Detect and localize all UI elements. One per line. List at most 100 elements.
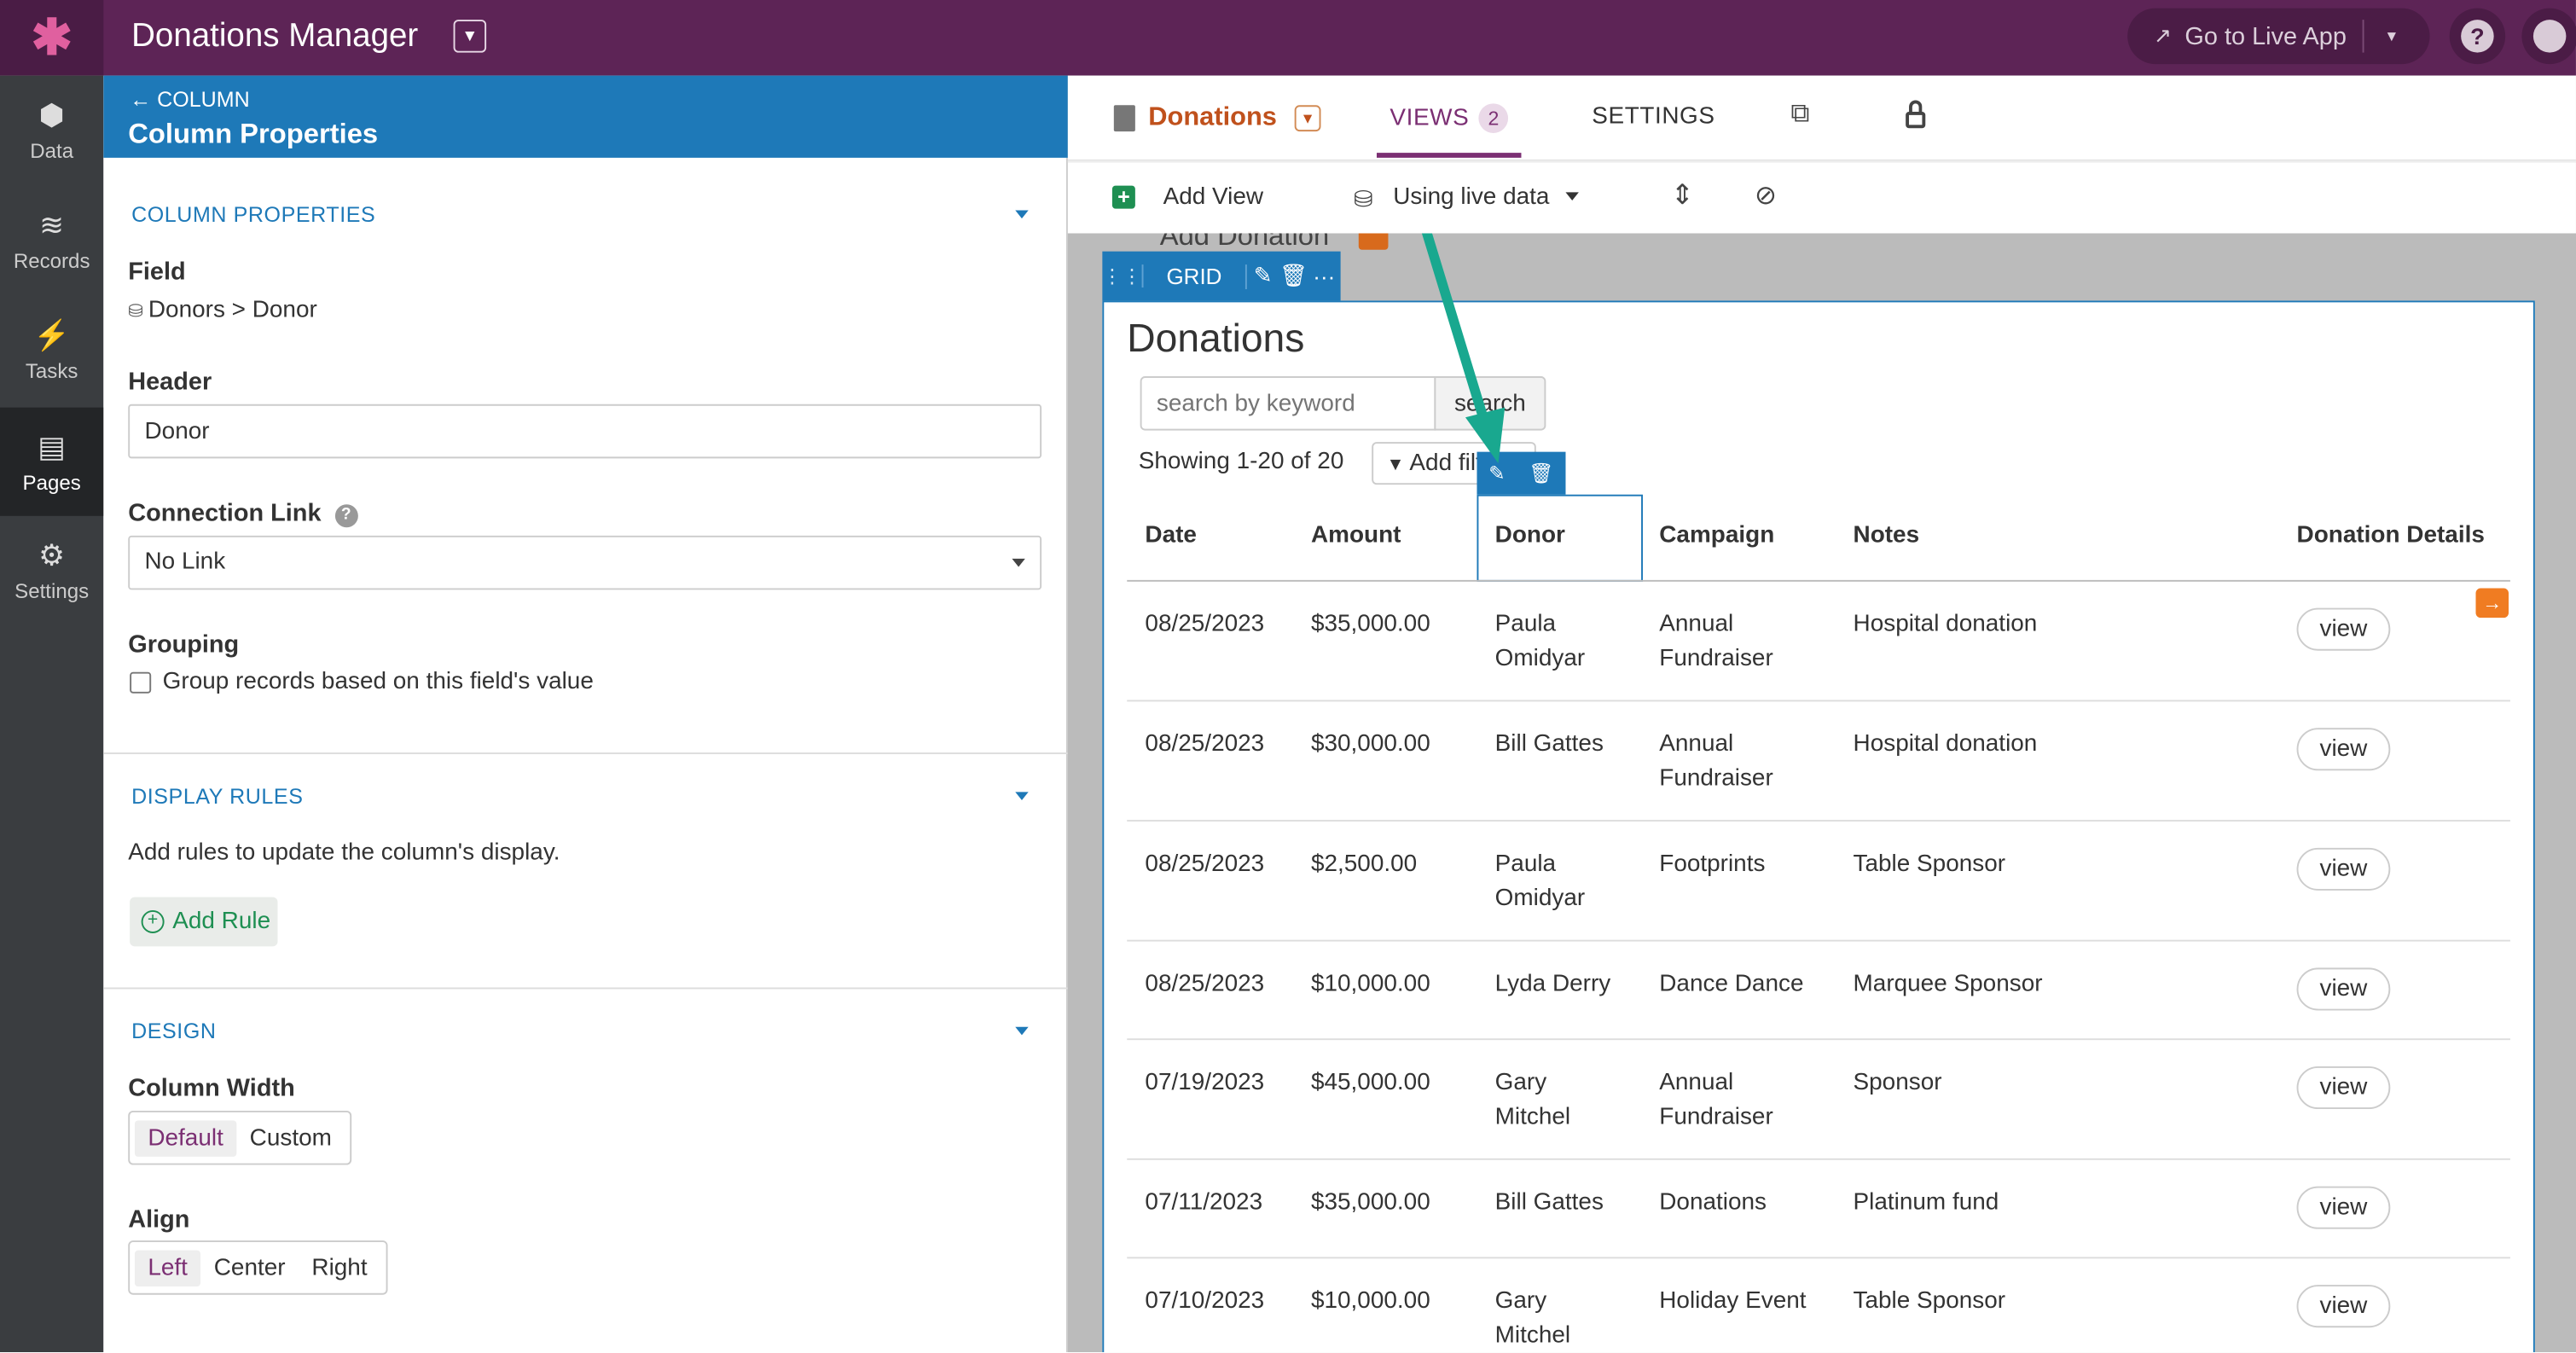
donor-line: Mitchel — [1494, 1103, 1571, 1130]
builder-tab-bar: Donations ▼ VIEWS 2 SETTINGS ⧉ — [1067, 75, 2576, 161]
more-options-icon[interactable]: ··· — [1308, 264, 1341, 288]
external-link-icon: ↗ — [2153, 22, 2172, 48]
help-button[interactable]: ? — [2449, 8, 2506, 65]
view-details-button[interactable]: view — [2296, 607, 2391, 651]
database-icon: ⛁ — [1354, 185, 1373, 212]
view-details-button[interactable]: view — [2296, 1066, 2391, 1110]
cell-amount: $10,000.00 — [1310, 971, 1430, 998]
section-column-properties-heading[interactable]: COLUMN PROPERTIES — [131, 202, 375, 227]
app-logo-icon[interactable]: ✱ — [0, 0, 104, 76]
column-header-donation-details[interactable]: Donation Details — [2297, 522, 2485, 549]
search-input[interactable] — [1140, 376, 1436, 431]
expand-height-icon[interactable]: ⇕ — [1671, 179, 1694, 212]
search-button[interactable]: search — [1434, 376, 1546, 431]
cell-amount: $10,000.00 — [1310, 1287, 1430, 1315]
caret-down-icon[interactable] — [1015, 792, 1029, 800]
cell-date: 07/19/2023 — [1145, 1069, 1265, 1096]
nav-item-label: Records — [13, 248, 90, 272]
add-donation-link[interactable]: Add Donation — [1160, 233, 1329, 253]
lock-icon[interactable] — [1906, 111, 1926, 129]
view-details-button[interactable]: view — [2296, 847, 2391, 891]
nav-item-records[interactable]: ≋ Records — [0, 186, 103, 294]
filter-icon: ▼ — [1386, 455, 1410, 475]
go-to-live-app-button[interactable]: ↗ Go to Live App ▼ — [2127, 8, 2430, 65]
align-option-right[interactable]: Right — [299, 1250, 380, 1286]
app-title: Donations Manager — [131, 18, 419, 55]
table-row: 07/11/2023 $35,000.00 Bill Gattes Donati… — [1127, 1160, 2510, 1259]
column-header-donor[interactable]: Donor — [1495, 522, 1565, 549]
caret-down-icon[interactable]: ▼ — [2384, 28, 2399, 44]
caret-down-icon[interactable] — [1015, 1026, 1029, 1036]
page-chevron-down-icon[interactable]: ▼ — [1294, 105, 1321, 132]
pencil-icon[interactable]: ✎ — [1488, 462, 1505, 485]
connection-link-select[interactable]: No Link — [128, 535, 1042, 590]
hide-label-icon[interactable]: ⊘ — [1755, 179, 1777, 212]
panel-header: ← COLUMN Column Properties — [103, 75, 1068, 158]
align-option-center[interactable]: Center — [200, 1250, 299, 1286]
view-details-button[interactable]: view — [2296, 728, 2391, 771]
cell-date: 08/25/2023 — [1145, 971, 1265, 998]
trash-icon[interactable]: 🗑 — [1529, 462, 1553, 485]
bolt-icon: ⚡ — [33, 317, 71, 351]
align-option-left[interactable]: Left — [134, 1249, 201, 1286]
header-input[interactable] — [128, 404, 1042, 459]
header-label: Header — [128, 368, 212, 397]
width-option-custom[interactable]: Custom — [236, 1120, 345, 1156]
connection-link-label-text: Connection Link — [128, 499, 322, 528]
nav-item-label: Tasks — [25, 358, 78, 382]
live-data-toggle[interactable]: Using live data — [1393, 184, 1580, 211]
tab-views[interactable]: VIEWS 2 — [1376, 76, 1522, 158]
arrow-left-icon: ← — [130, 87, 158, 112]
column-header-campaign[interactable]: Campaign — [1659, 522, 1774, 549]
grid-label: GRID — [1143, 264, 1247, 289]
cell-notes: Hospital donation — [1853, 611, 2038, 638]
width-option-default[interactable]: Default — [134, 1119, 237, 1156]
field-label: Field — [128, 258, 186, 287]
nav-item-data[interactable]: ⬢ Data — [0, 76, 103, 184]
group-records-checkbox[interactable] — [130, 671, 152, 694]
nav-item-settings[interactable]: ⚙ Settings — [0, 516, 103, 624]
cell-donor: Gary Mitchel — [1495, 1066, 1570, 1134]
grid-view: Donations search Showing 1-20 of 20 ▼ Ad… — [1102, 300, 2535, 1353]
connection-link-value: No Link — [144, 549, 226, 576]
trash-icon[interactable]: 🗑 — [1279, 263, 1308, 289]
nav-item-tasks[interactable]: ⚡ Tasks — [0, 296, 103, 404]
nav-item-label: Settings — [15, 578, 90, 602]
record-count: Showing 1-20 of 20 — [1138, 448, 1344, 475]
nav-item-pages[interactable]: ▤ Pages — [0, 407, 104, 516]
drag-handle-icon[interactable]: ⋮⋮ — [1102, 264, 1144, 288]
cell-campaign: Annual Fundraiser — [1659, 728, 1772, 795]
column-header-amount[interactable]: Amount — [1311, 522, 1401, 549]
cell-campaign: Footprints — [1659, 848, 1765, 881]
add-rule-button[interactable]: + Add Rule — [130, 897, 278, 947]
add-view-button[interactable]: Add View — [1163, 184, 1263, 211]
cell-donor: Gary Mitchel — [1495, 1285, 1570, 1352]
cell-campaign: Donations — [1659, 1187, 1767, 1220]
section-design-heading[interactable]: DESIGN — [131, 1019, 216, 1043]
view-title: Donations — [1127, 316, 1305, 362]
open-external-icon[interactable]: ⧉ — [1790, 100, 1809, 130]
page-name-tab[interactable]: Donations — [1148, 103, 1277, 133]
pencil-icon[interactable]: ✎ — [1246, 263, 1279, 289]
caret-down-icon — [1565, 192, 1580, 200]
user-account-button[interactable] — [2521, 8, 2576, 65]
donor-line: Gary — [1494, 1287, 1547, 1315]
caret-down-icon[interactable] — [1015, 210, 1029, 219]
cell-campaign: Annual Fundraiser — [1659, 1066, 1772, 1134]
donor-line: Paula — [1494, 851, 1557, 878]
add-view-plus-icon[interactable]: + — [1111, 185, 1135, 209]
campaign-line: Annual — [1659, 1069, 1734, 1096]
back-to-column-link[interactable]: ← COLUMN — [130, 87, 250, 112]
view-details-button[interactable]: view — [2296, 967, 2391, 1011]
column-header-notes[interactable]: Notes — [1854, 522, 1920, 549]
help-icon[interactable]: ? — [334, 504, 358, 528]
section-display-rules-heading[interactable]: DISPLAY RULES — [131, 784, 303, 809]
column-header-date[interactable]: Date — [1145, 522, 1197, 549]
column-properties-panel: ← COLUMN Column Properties COLUMN PROPER… — [103, 75, 1068, 1353]
view-details-button[interactable]: view — [2296, 1186, 2391, 1229]
campaign-line: Fundraiser — [1659, 1103, 1773, 1130]
app-menu-chevron-down-icon[interactable]: ▼ — [453, 20, 487, 53]
tab-settings[interactable]: SETTINGS — [1592, 103, 1714, 130]
campaign-line: Fundraiser — [1659, 764, 1773, 792]
view-details-button[interactable]: view — [2296, 1285, 2391, 1328]
